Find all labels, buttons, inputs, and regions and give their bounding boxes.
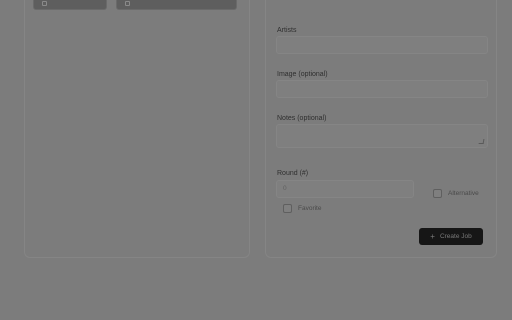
create-button[interactable]: + Create Job [419, 228, 483, 245]
link-label: Image (optional) [277, 71, 328, 78]
other-option-label: Alternative [448, 190, 479, 197]
left-panel [24, 0, 250, 258]
title-label: Artists [277, 27, 297, 34]
link-input[interactable] [276, 80, 488, 98]
other-checkbox[interactable] [433, 189, 442, 198]
notes-textarea[interactable] [276, 124, 488, 148]
create-button-label: Create Job [439, 233, 472, 240]
app-page: Artists Image (optional) Notes (optional… [0, 0, 512, 320]
favorite-option[interactable]: Favorite [283, 204, 321, 213]
favorite-checkbox[interactable] [283, 204, 292, 213]
favorite-option-label: Favorite [298, 205, 322, 212]
count-label: Round (#) [277, 170, 309, 177]
title-input[interactable] [276, 36, 488, 54]
notes-label: Notes (optional) [277, 115, 327, 122]
plus-icon: + [430, 231, 435, 241]
create-form-card: Artists Image (optional) Notes (optional… [265, 0, 497, 258]
other-option[interactable]: Alternative [433, 189, 479, 198]
resize-handle-icon[interactable] [478, 139, 485, 144]
count-stepper[interactable]: 0 [276, 180, 414, 198]
